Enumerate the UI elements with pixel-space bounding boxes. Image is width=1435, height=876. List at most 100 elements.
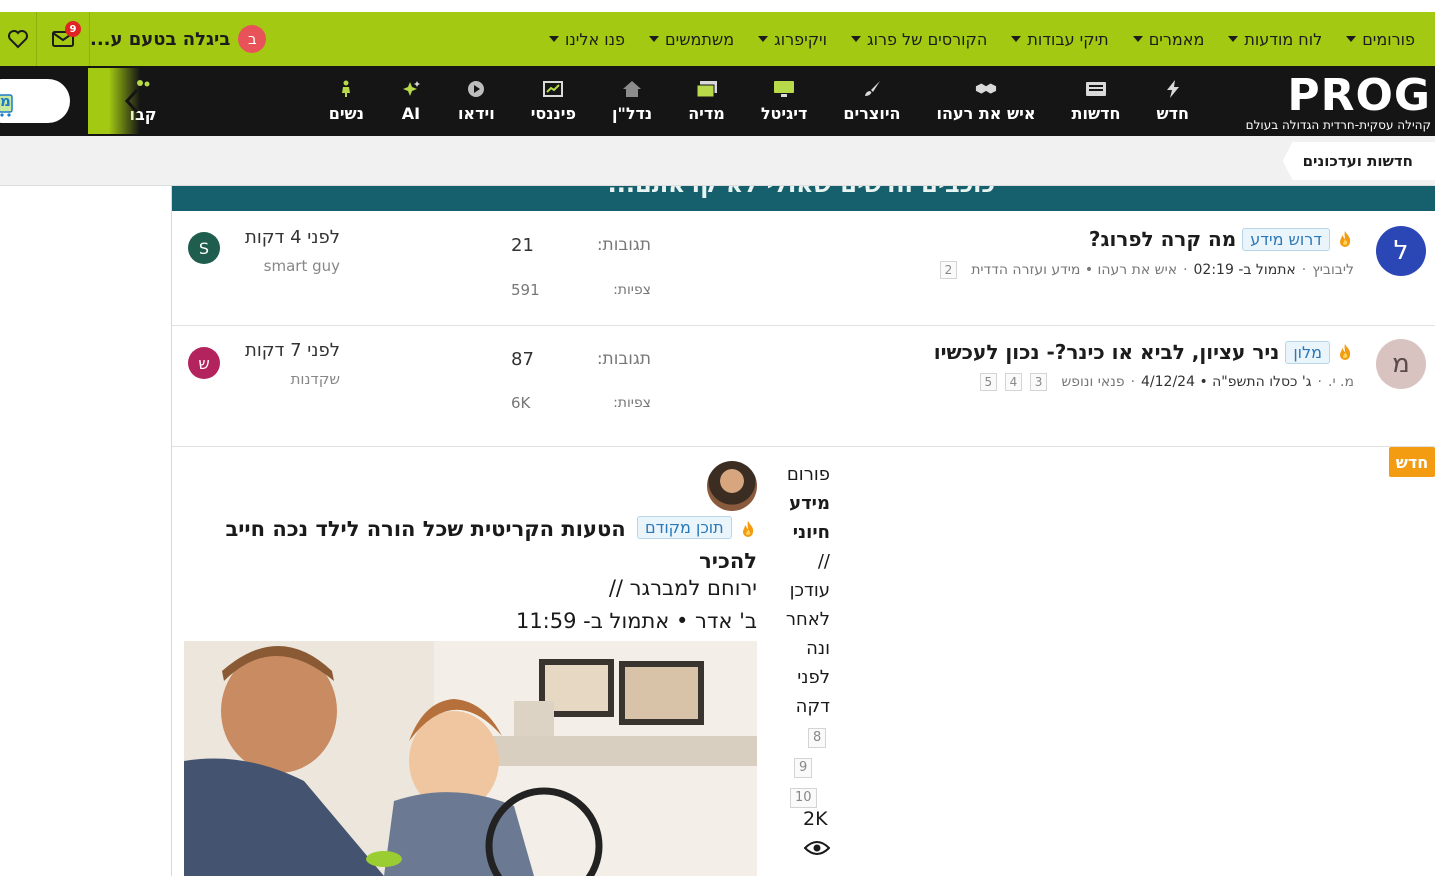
last-post-time[interactable]: לפני 4 דקות bbox=[245, 227, 340, 248]
page-link[interactable]: 10 bbox=[790, 788, 817, 808]
menu-label: משתמשים bbox=[665, 29, 735, 49]
page-link[interactable]: 9 bbox=[794, 758, 813, 778]
thread-title[interactable]: מה קרה לפרוג? bbox=[1089, 227, 1236, 251]
breadcrumb-label: חדשות ועדכונים bbox=[1302, 152, 1413, 170]
featured-forum-column: פורום מידע חיוני // עודכן לאחר ונה לפני … bbox=[786, 460, 830, 813]
nav-label: וידאו bbox=[457, 103, 495, 123]
user-name: ביגלה בטעם ע... bbox=[90, 28, 231, 50]
forum-line[interactable]: חיוני bbox=[790, 518, 830, 547]
top-menu-bar: פורומים לוח מודעות מאמרים תיקי עבודות הק… bbox=[0, 12, 1435, 66]
nav-scroll-left-button[interactable] bbox=[88, 68, 140, 134]
eye-icon bbox=[804, 841, 830, 855]
panel-header: כוכבים חדשים שאולי לא קראתם... bbox=[172, 186, 1435, 211]
thread-date[interactable]: אתמול ב- 02:19 bbox=[1194, 262, 1296, 278]
nav-realestate[interactable]: נדל"ן bbox=[594, 66, 670, 136]
fire-icon bbox=[1340, 231, 1351, 247]
breadcrumb[interactable]: חדשות ועדכונים bbox=[1282, 142, 1435, 180]
nav-label: נדל"ן bbox=[612, 103, 653, 123]
handshake-icon bbox=[975, 80, 997, 98]
featured-image[interactable] bbox=[184, 641, 757, 876]
nav-ai[interactable]: AI bbox=[382, 66, 440, 136]
last-post-user[interactable]: שקדנות bbox=[291, 370, 340, 388]
thread-prefix[interactable]: דרוש מידע bbox=[1242, 227, 1330, 251]
thread-title-line: מלון ניר עציון, לביא או כינר?- נכון לעכש… bbox=[934, 340, 1354, 364]
forum-line: פורום bbox=[786, 464, 830, 485]
menu-contact[interactable]: פנו אלינו bbox=[537, 12, 637, 66]
page-link[interactable]: 5 bbox=[979, 373, 998, 391]
featured-prefix[interactable]: תוכן מקודם bbox=[636, 516, 732, 539]
menu-courses[interactable]: הקורסים של פרוג bbox=[839, 12, 999, 66]
nav-women[interactable]: נשים bbox=[311, 66, 382, 136]
featured-photo bbox=[184, 641, 757, 876]
thread-row[interactable]: ל דרוש מידע מה קרה לפרוג? ליבוביץ · אתמו… bbox=[172, 211, 1435, 326]
nav-digital[interactable]: דיגיטל bbox=[743, 66, 826, 136]
featured-author[interactable]: ירוחם למברגר // bbox=[609, 576, 757, 600]
nav-creators[interactable]: היוצרים bbox=[825, 66, 918, 136]
page-link[interactable]: 8 bbox=[808, 728, 827, 748]
user-menu[interactable]: ב ביגלה בטעם ע... bbox=[90, 12, 272, 66]
thread-author[interactable]: ליבוביץ bbox=[1312, 262, 1354, 278]
brush-icon bbox=[861, 80, 883, 98]
menu-label: לוח מודעות bbox=[1244, 29, 1323, 49]
last-post: לפני 7 דקות שקדנות ש bbox=[188, 326, 348, 447]
monitor-icon bbox=[773, 80, 795, 98]
menu-forums[interactable]: פורומים bbox=[1334, 12, 1427, 66]
main-nav-bar: PROG קהילה עסקית-חרדית הגדולה בעולם חדש … bbox=[0, 66, 1435, 136]
featured-views: 2K bbox=[803, 808, 828, 830]
chart-icon bbox=[542, 80, 564, 98]
page-link[interactable]: 3 bbox=[1029, 373, 1048, 391]
last-post-time[interactable]: לפני 7 דקות bbox=[245, 340, 340, 361]
forum-line[interactable]: מידע bbox=[789, 489, 830, 518]
nav-networking[interactable]: איש את רעהו bbox=[919, 66, 1054, 136]
travel-button-label: מ bbox=[0, 92, 11, 110]
thread-row[interactable]: מ מלון ניר עציון, לביא או כינר?- נכון לע… bbox=[172, 326, 1435, 447]
menu-wiki[interactable]: ויקיפרוג bbox=[746, 12, 839, 66]
thread-date[interactable]: ג' כסלו התשפ"ה • 4/12/24 bbox=[1141, 374, 1312, 390]
thread-meta: מ. י. · ג' כסלו התשפ"ה • 4/12/24 · פנאי … bbox=[977, 373, 1354, 391]
nav-video[interactable]: וידאו bbox=[440, 66, 513, 136]
favorites-button[interactable] bbox=[0, 12, 36, 66]
page-link[interactable]: 2 bbox=[939, 261, 958, 279]
user-avatar: ב bbox=[238, 25, 267, 53]
menu-portfolios[interactable]: תיקי עבודות bbox=[999, 12, 1120, 66]
chevron-down-icon bbox=[1228, 36, 1239, 42]
nav-new[interactable]: חדש bbox=[1138, 66, 1207, 136]
inbox-button[interactable]: 9 bbox=[36, 12, 90, 66]
featured-author-avatar[interactable] bbox=[707, 461, 757, 511]
menu-articles[interactable]: מאמרים bbox=[1121, 12, 1217, 66]
nav-media[interactable]: מדיה bbox=[670, 66, 743, 136]
last-post-avatar[interactable]: S bbox=[188, 232, 220, 264]
last-post-avatar[interactable]: ש bbox=[188, 347, 220, 379]
meta-separator: · bbox=[1301, 262, 1307, 278]
thread-author-avatar[interactable]: ל bbox=[1376, 226, 1426, 276]
page-link[interactable]: 4 bbox=[1004, 373, 1023, 391]
menu-users[interactable]: משתמשים bbox=[637, 12, 746, 66]
thread-forums[interactable]: פנאי ונופש bbox=[1061, 374, 1124, 390]
views-label: צפיות: bbox=[613, 395, 651, 411]
thread-author[interactable]: מ. י. bbox=[1328, 374, 1354, 390]
chevron-down-icon bbox=[758, 36, 769, 42]
nav-label: חדשות bbox=[1071, 103, 1121, 123]
thread-title[interactable]: ניר עציון, לביא או כינר?- נכון לעכשיו bbox=[934, 340, 1280, 364]
menu-classifieds[interactable]: לוח מודעות bbox=[1216, 12, 1334, 66]
thread-prefix[interactable]: מלון bbox=[1285, 340, 1330, 364]
nav-finance[interactable]: פיננסי bbox=[513, 66, 594, 136]
thread-forums[interactable]: איש את רעהו • מידע ועזרה הדדית bbox=[971, 262, 1177, 278]
woman-icon bbox=[335, 80, 357, 98]
logo-tagline: קהילה עסקית-חרדית הגדולה בעולם bbox=[1245, 118, 1431, 132]
last-post-user[interactable]: smart guy bbox=[264, 257, 340, 275]
forum-line: דקה bbox=[795, 696, 830, 717]
site-logo[interactable]: PROG קהילה עסקית-חרדית הגדולה בעולם bbox=[1225, 70, 1435, 132]
thread-title-line: דרוש מידע מה קרה לפרוג? bbox=[1089, 227, 1354, 251]
thread-pages: 3 4 5 bbox=[977, 373, 1048, 391]
new-badge: חדש bbox=[1389, 447, 1435, 477]
travel-button[interactable]: מ bbox=[0, 79, 70, 123]
menu-label: תיקי עבודות bbox=[1027, 29, 1109, 49]
featured-date[interactable]: ב' אדר • אתמול ב- 11:59 bbox=[516, 609, 757, 633]
thread-author-avatar[interactable]: מ bbox=[1376, 339, 1426, 389]
nav-news[interactable]: חדשות bbox=[1054, 66, 1139, 136]
fire-icon bbox=[743, 521, 754, 537]
logo-wordmark: PROG bbox=[1287, 70, 1431, 121]
thread-stats: תגובות: 21 צפיות: 591 bbox=[511, 211, 651, 326]
inbox-count-badge: 9 bbox=[65, 21, 81, 37]
